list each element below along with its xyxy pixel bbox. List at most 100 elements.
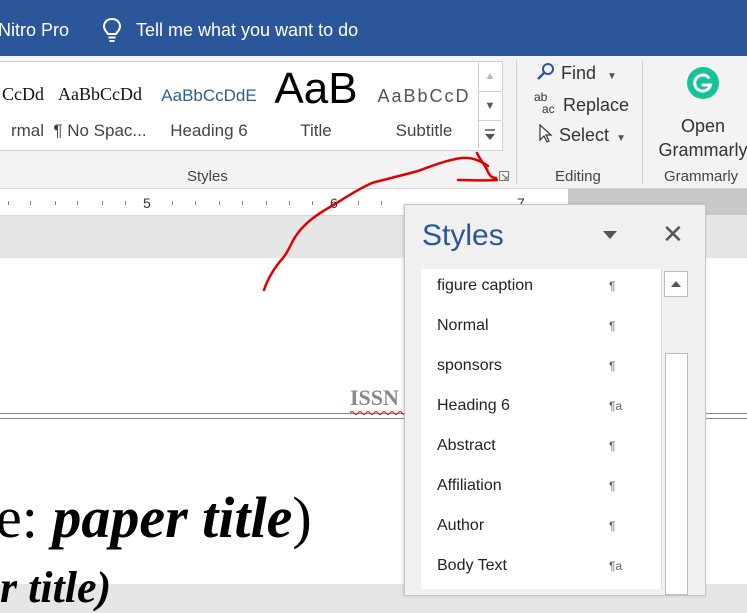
ruler-tick xyxy=(102,201,103,205)
styles-pane: Styles ✕ figure caption ¶ Normal ¶ sponsor… xyxy=(404,204,706,596)
style-list-item[interactable]: Body Text ¶a xyxy=(421,549,661,589)
style-list-item[interactable]: Abstract ¶ xyxy=(421,429,661,469)
gallery-more-icon[interactable] xyxy=(479,120,501,149)
gallery-down-icon[interactable]: ▼ xyxy=(479,91,501,120)
style-list-item[interactable]: figure caption ¶ xyxy=(421,269,661,309)
ruler-tick xyxy=(381,201,382,205)
spelling-underline xyxy=(350,410,406,416)
ruler-tick xyxy=(8,201,9,205)
lightbulb-icon xyxy=(101,17,123,43)
paragraph-mark-icon: ¶ xyxy=(609,319,615,333)
paragraph-mark-icon: ¶ xyxy=(609,439,615,453)
style-tile-normal[interactable]: CcDd rmal xyxy=(0,62,44,150)
ruler-tick xyxy=(77,201,78,205)
ruler-tick xyxy=(242,201,243,205)
paragraph-mark-icon: ¶ xyxy=(609,519,615,533)
open-grammarly-line1: Open xyxy=(681,116,725,136)
style-tile-heading-6[interactable]: AaBbCcDdE Heading 6 xyxy=(156,62,262,150)
style-name: Title xyxy=(264,121,368,141)
ruler-tick xyxy=(30,201,31,205)
close-icon[interactable]: ✕ xyxy=(662,221,684,247)
ribbon-separator xyxy=(516,60,517,184)
ruler-tick xyxy=(219,201,220,205)
cursor-icon xyxy=(538,124,554,144)
title-prefix: e: xyxy=(0,485,52,550)
title-close: ) xyxy=(292,485,311,550)
style-item-label: figure caption xyxy=(437,277,533,295)
open-grammarly-line2: Grammarly xyxy=(659,140,747,160)
linked-style-mark-icon: ¶a xyxy=(609,559,622,573)
ruler-tick xyxy=(195,201,196,205)
gallery-up-icon[interactable]: ▲ xyxy=(479,62,501,90)
style-tile-title[interactable]: AaB Title xyxy=(264,62,368,150)
select-label: Select xyxy=(559,125,609,145)
style-preview: CcDd xyxy=(0,84,44,105)
style-tile-subtitle[interactable]: AaBbCcD Subtitle xyxy=(370,62,478,150)
ribbon-separator xyxy=(642,60,643,184)
style-preview: AaBbCcDdE xyxy=(156,86,262,106)
ruler-tick xyxy=(312,201,313,205)
open-grammarly-button[interactable]: Open Grammarly xyxy=(653,62,747,162)
style-name: ¶ No Spac... xyxy=(46,121,154,141)
styles-gallery: CcDd rmal AaBbCcDd ¶ No Spac... AaBbCcDd… xyxy=(0,61,503,151)
paper-subtitle-line: r title) xyxy=(0,562,111,613)
replace-button[interactable]: ab ac Replace xyxy=(534,93,629,116)
paragraph-mark-icon: ¶ xyxy=(609,479,615,493)
ruler-tick xyxy=(358,201,359,205)
style-preview: AaBbCcD xyxy=(370,86,478,107)
style-item-label: Heading 6 xyxy=(437,397,510,415)
scroll-thumb[interactable] xyxy=(665,353,688,595)
gallery-scroll: ▲ ▼ xyxy=(478,62,501,148)
ruler-tick xyxy=(266,201,267,205)
style-list-item[interactable]: Heading 6 ¶a xyxy=(421,389,661,429)
styles-list: figure caption ¶ Normal ¶ sponsors ¶ Headin… xyxy=(421,269,661,589)
style-item-label: Affiliation xyxy=(437,477,502,495)
style-preview: AaBbCcDd xyxy=(46,84,154,105)
find-dropdown-icon[interactable]: ▼ xyxy=(607,71,617,82)
style-item-label: Body Text xyxy=(437,557,507,575)
paper-title-line: e: paper title) xyxy=(0,484,312,551)
grammarly-group-label: Grammarly xyxy=(664,168,738,185)
style-list-item[interactable]: Author ¶ xyxy=(421,509,661,549)
style-item-label: sponsors xyxy=(437,357,502,375)
issn-text: ISSN xyxy=(350,385,399,411)
title-bar: Nitro Pro Tell me what you want to do xyxy=(0,0,747,56)
styles-pane-title: Styles xyxy=(422,219,504,253)
style-tile-no-spacing[interactable]: AaBbCcDd ¶ No Spac... xyxy=(46,62,154,150)
find-label: Find xyxy=(561,63,596,83)
ruler-tick xyxy=(289,201,290,205)
title-italic: paper title xyxy=(52,485,292,550)
style-preview: AaB xyxy=(264,64,368,114)
tell-me-search[interactable]: Tell me what you want to do xyxy=(136,20,358,41)
styles-list-scrollbar[interactable] xyxy=(661,269,689,589)
select-button[interactable]: Select ▼ xyxy=(538,124,626,146)
nitro-pro-tab[interactable]: Nitro Pro xyxy=(0,20,69,41)
grammarly-icon xyxy=(687,67,719,99)
style-list-item[interactable]: Affiliation ¶ xyxy=(421,469,661,509)
editing-group-label: Editing xyxy=(555,168,601,185)
find-button[interactable]: Find ▼ xyxy=(536,62,617,84)
select-dropdown-icon[interactable]: ▼ xyxy=(616,133,626,144)
style-name: rmal xyxy=(0,121,44,141)
style-name: Subtitle xyxy=(370,121,478,141)
ruler-tick xyxy=(125,201,126,205)
styles-group-label: Styles xyxy=(187,168,228,185)
ruler-label-5: 5 xyxy=(143,195,151,211)
style-name: Heading 6 xyxy=(156,121,262,141)
replace-icon: ab ac xyxy=(534,93,558,115)
ruler-tick xyxy=(55,201,56,205)
paragraph-mark-icon: ¶ xyxy=(609,279,615,293)
find-icon xyxy=(536,62,556,82)
replace-label: Replace xyxy=(563,95,629,115)
style-item-label: Normal xyxy=(437,317,489,335)
style-item-label: Abstract xyxy=(437,437,496,455)
style-item-label: Author xyxy=(437,517,484,535)
style-list-item[interactable]: sponsors ¶ xyxy=(421,349,661,389)
linked-style-mark-icon: ¶a xyxy=(609,399,622,413)
scroll-up-icon[interactable] xyxy=(664,271,688,297)
pane-options-dropdown-icon[interactable] xyxy=(603,231,617,239)
style-list-item[interactable]: Normal ¶ xyxy=(421,309,661,349)
paragraph-mark-icon: ¶ xyxy=(609,359,615,373)
styles-dialog-launcher-icon[interactable] xyxy=(499,171,509,181)
replace-icon-bottom: ac xyxy=(542,102,555,116)
